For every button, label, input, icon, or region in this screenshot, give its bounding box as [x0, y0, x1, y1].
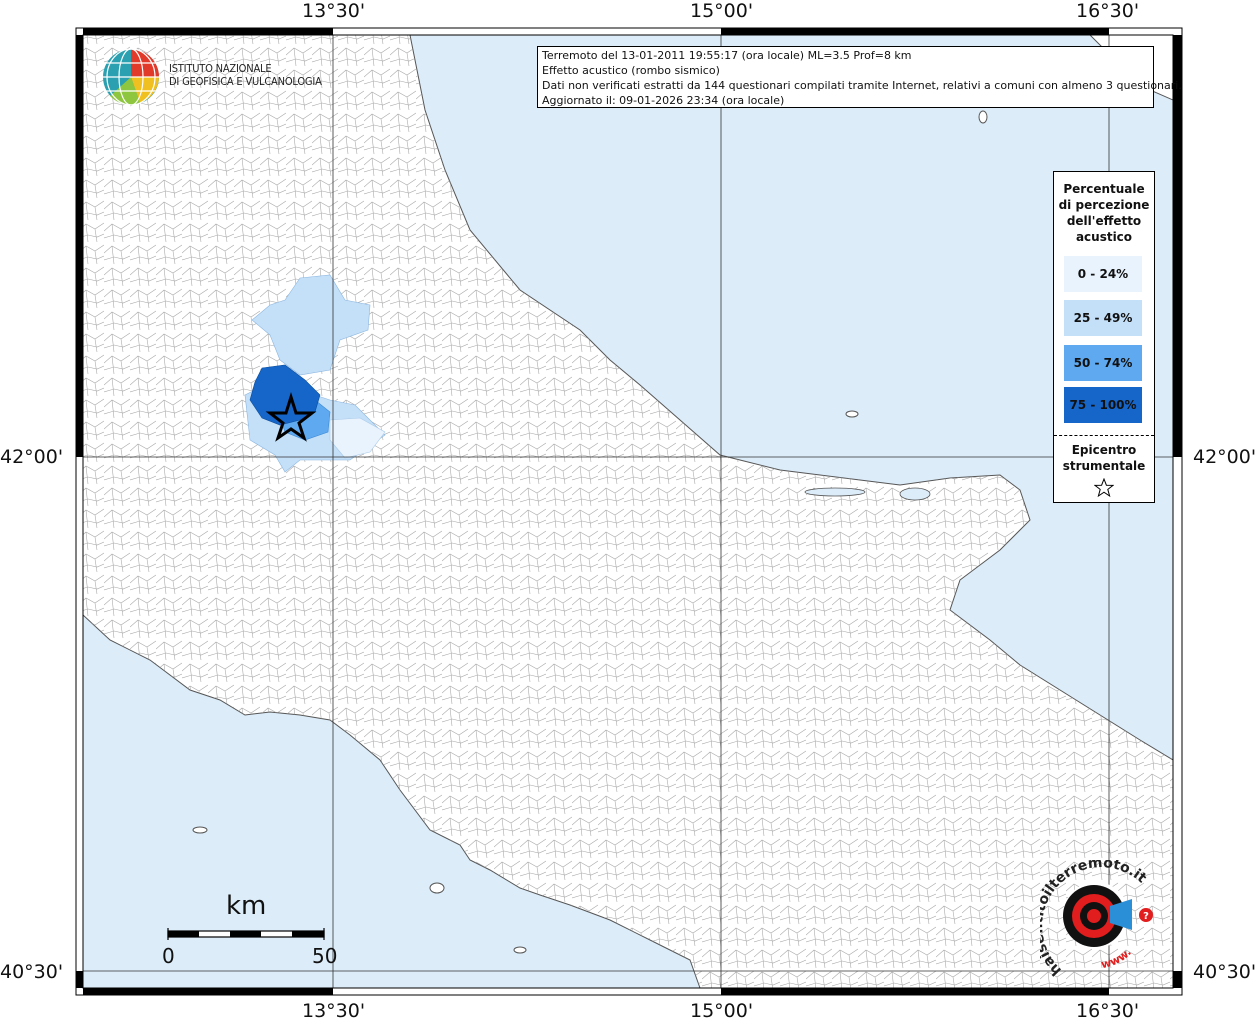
svg-text:www.: www. [1100, 946, 1134, 972]
legend-title-line: dell'effetto [1066, 214, 1142, 228]
legend-epicenter-label: Epicentro strumentale [1054, 442, 1154, 474]
scale-end-label: 50 [312, 944, 338, 968]
legend-title: Percentuale di percezione dell'effetto a… [1054, 181, 1154, 245]
island [513, 946, 527, 954]
event-title: Terremoto del 13-01-2011 19:55:17 (ora l… [542, 49, 912, 62]
legend-epicenter-line: strumentale [1062, 459, 1146, 473]
star-icon [1094, 478, 1114, 498]
island [429, 882, 445, 894]
island [845, 410, 859, 418]
lon-label-top: 15°00' [690, 0, 754, 22]
ingv-logo-text: ISTITUTO NAZIONALE DI GEOFISICA E VULCAN… [169, 62, 322, 88]
legend-title-line: Percentuale [1063, 182, 1145, 196]
svg-text:haisentitoilterremoto.it: haisentitoilterremoto.it [1040, 860, 1150, 978]
legend-class-0-24: 0 - 24% [1064, 256, 1142, 292]
scale-unit-label: km [226, 891, 267, 921]
island [192, 826, 208, 834]
legend-title-line: di percezione [1058, 198, 1150, 212]
scale-start-label: 0 [162, 944, 175, 968]
ingv-line2: DI GEOFISICA E VULCANOLOGIA [169, 75, 322, 88]
ingv-line1: ISTITUTO NAZIONALE [169, 62, 272, 75]
ingv-logo-icon [103, 48, 159, 106]
legend: Percentuale di percezione dell'effetto a… [1053, 171, 1155, 503]
lat-label-right: 42°00' [1193, 446, 1256, 468]
lat-label-left: 42°00' [0, 446, 64, 468]
lat-label-left: 40°30' [0, 961, 64, 983]
lagoon [804, 487, 866, 497]
sentito-logo-text: haisentitoilterremoto.it www. [1040, 860, 1150, 978]
lon-label-bottom: 16°30' [1076, 1000, 1140, 1022]
sentito-brand: haisentitoilterremoto.it [1040, 860, 1150, 978]
lon-label-top: 13°30' [302, 0, 366, 22]
lon-label-bottom: 13°30' [302, 1000, 366, 1022]
event-data-note: Dati non verificati estratti da 144 ques… [542, 79, 1182, 92]
sentito-url: www. [1100, 946, 1134, 972]
legend-title-line: acustico [1075, 230, 1133, 244]
legend-class-50-74: 50 - 74% [1064, 345, 1142, 381]
lon-label-top: 16°30' [1076, 0, 1140, 22]
legend-class-25-49: 25 - 49% [1064, 300, 1142, 336]
legend-class-75-100: 75 - 100% [1064, 387, 1142, 423]
lat-label-right: 40°30' [1193, 961, 1256, 983]
legend-separator [1054, 435, 1154, 436]
lon-label-bottom: 15°00' [690, 1000, 754, 1022]
island [978, 110, 988, 124]
event-updated: Aggiornato il: 09-01-2026 23:34 (ora loc… [542, 94, 785, 107]
lagoon [899, 487, 931, 501]
event-info-box: Terremoto del 13-01-2011 19:55:17 (ora l… [537, 46, 1182, 108]
legend-epicenter-line: Epicentro [1071, 443, 1137, 457]
event-effect: Effetto acustico (rombo sismico) [542, 64, 720, 77]
